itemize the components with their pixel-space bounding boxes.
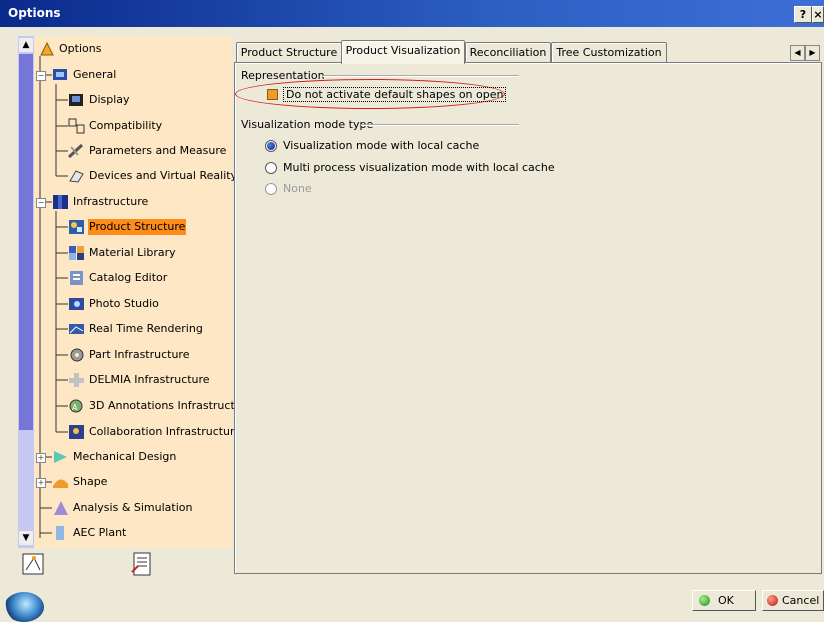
radio-unselected-icon[interactable] — [265, 161, 277, 174]
window-title: Options — [8, 6, 61, 20]
title-bar: Options ? × — [0, 0, 824, 27]
checkbox-box[interactable] — [267, 89, 278, 100]
ok-button[interactable]: OK — [692, 590, 756, 611]
tree-item-devices[interactable]: Devices and Virtual Reality — [68, 167, 238, 185]
shape-icon — [52, 474, 70, 490]
tree-item-3d-annotations[interactable]: A 3D Annotations Infrastructure — [68, 397, 254, 415]
tree-item-mechanical-design[interactable]: Mechanical Design — [52, 448, 177, 466]
tree-item-delmia[interactable]: DELMIA Infrastructure — [68, 371, 211, 389]
radio-local-cache[interactable]: Visualization mode with local cache — [265, 139, 479, 152]
annotations-icon: A — [68, 398, 86, 414]
options-tree: ▲ ▼ − − + + Options General Display Comp… — [18, 36, 253, 548]
compatibility-icon — [68, 118, 86, 134]
tab-scroll-right-icon[interactable]: ▶ — [805, 45, 820, 61]
reset-options-icon[interactable] — [20, 550, 48, 578]
tab-scroll-left-icon[interactable]: ◀ — [790, 45, 805, 61]
collaboration-icon — [68, 424, 86, 440]
aec-plant-icon — [52, 525, 70, 541]
tree-item-part-infrastructure[interactable]: Part Infrastructure — [68, 346, 190, 364]
ok-label: OK — [718, 594, 734, 607]
parameters-icon — [67, 143, 86, 159]
collapse-infrastructure-icon[interactable]: − — [36, 198, 46, 208]
tab-product-visualization[interactable]: Product Visualization — [341, 40, 465, 64]
tree-item-general[interactable]: General — [52, 66, 117, 84]
tab-reconciliation[interactable]: Reconciliation — [465, 42, 551, 63]
product-structure-icon — [68, 219, 86, 235]
delmia-icon — [68, 372, 86, 388]
default-shapes-checkbox[interactable]: Do not activate default shapes on open — [267, 87, 507, 102]
cancel-label: Cancel — [782, 594, 820, 607]
tree-item-display[interactable]: Display — [68, 91, 131, 109]
tree-item-real-time-rendering[interactable]: Real Time Rendering — [68, 320, 204, 338]
ok-green-icon — [699, 595, 710, 606]
tree-item-analysis[interactable]: Analysis & Simulation — [52, 499, 194, 517]
tree-item-collaboration[interactable]: Collaboration Infrastructure — [68, 423, 242, 441]
catalog-editor-icon — [68, 270, 86, 286]
tab-product-structure[interactable]: Product Structure — [236, 42, 342, 63]
part-infrastructure-icon — [68, 347, 86, 363]
radio-selected-icon[interactable] — [265, 139, 277, 152]
material-library-icon — [68, 245, 86, 261]
tree-item-infrastructure[interactable]: Infrastructure — [52, 193, 149, 211]
tree-item-compatibility[interactable]: Compatibility — [68, 117, 163, 135]
catia-logo-orb — [4, 592, 44, 622]
photo-studio-icon — [68, 296, 86, 312]
vis-mode-group-title: Visualization mode type — [241, 118, 374, 131]
tree-item-product-structure[interactable]: Product Structure — [68, 218, 187, 236]
tree-connector-lines — [39, 56, 68, 538]
tree-item-aec-plant[interactable]: AEC Plant — [52, 524, 127, 542]
mechanical-design-icon — [52, 449, 70, 465]
tree-item-parameters[interactable]: Parameters and Measure — [67, 142, 227, 160]
help-button[interactable]: ? — [794, 6, 812, 23]
collapse-general-icon[interactable]: − — [36, 71, 46, 81]
svg-text:A: A — [72, 403, 78, 412]
analysis-icon — [52, 500, 70, 516]
infrastructure-icon — [52, 194, 70, 210]
tree-item-options[interactable]: Options — [38, 40, 102, 58]
representation-divider — [323, 75, 519, 77]
tabs-area: Product Structure Product Visualization … — [234, 40, 822, 576]
expand-shape-icon[interactable]: + — [36, 478, 46, 488]
tree-item-shape[interactable]: Shape — [52, 473, 108, 491]
radio-none-label: None — [283, 182, 312, 195]
expand-mechanical-icon[interactable]: + — [36, 453, 46, 463]
tree-item-photo-studio[interactable]: Photo Studio — [68, 295, 160, 313]
product-visualization-panel: Representation Do not activate default s… — [234, 62, 822, 574]
tab-tree-customization[interactable]: Tree Customization — [551, 42, 667, 63]
devices-icon — [68, 168, 86, 184]
tree-item-catalog-editor[interactable]: Catalog Editor — [68, 269, 168, 287]
vis-mode-divider — [361, 124, 519, 126]
radio-none: None — [265, 182, 312, 195]
default-shapes-label: Do not activate default shapes on open — [283, 87, 507, 102]
real-time-rendering-icon — [68, 321, 86, 337]
radio-multi-process[interactable]: Multi process visualization mode with lo… — [265, 161, 555, 174]
cancel-button[interactable]: Cancel — [762, 590, 824, 611]
display-icon — [68, 92, 86, 108]
cancel-red-icon — [767, 595, 778, 606]
radio-multi-process-label: Multi process visualization mode with lo… — [283, 161, 555, 174]
tree-item-material-library[interactable]: Material Library — [68, 244, 177, 262]
close-button[interactable]: × — [812, 6, 824, 23]
general-icon — [52, 67, 70, 83]
radio-local-cache-label: Visualization mode with local cache — [283, 139, 480, 152]
tab-row: Product Structure Product Visualization … — [234, 40, 822, 64]
export-options-icon[interactable] — [128, 550, 156, 578]
options-root-icon — [38, 41, 56, 57]
radio-disabled-icon — [265, 182, 277, 195]
